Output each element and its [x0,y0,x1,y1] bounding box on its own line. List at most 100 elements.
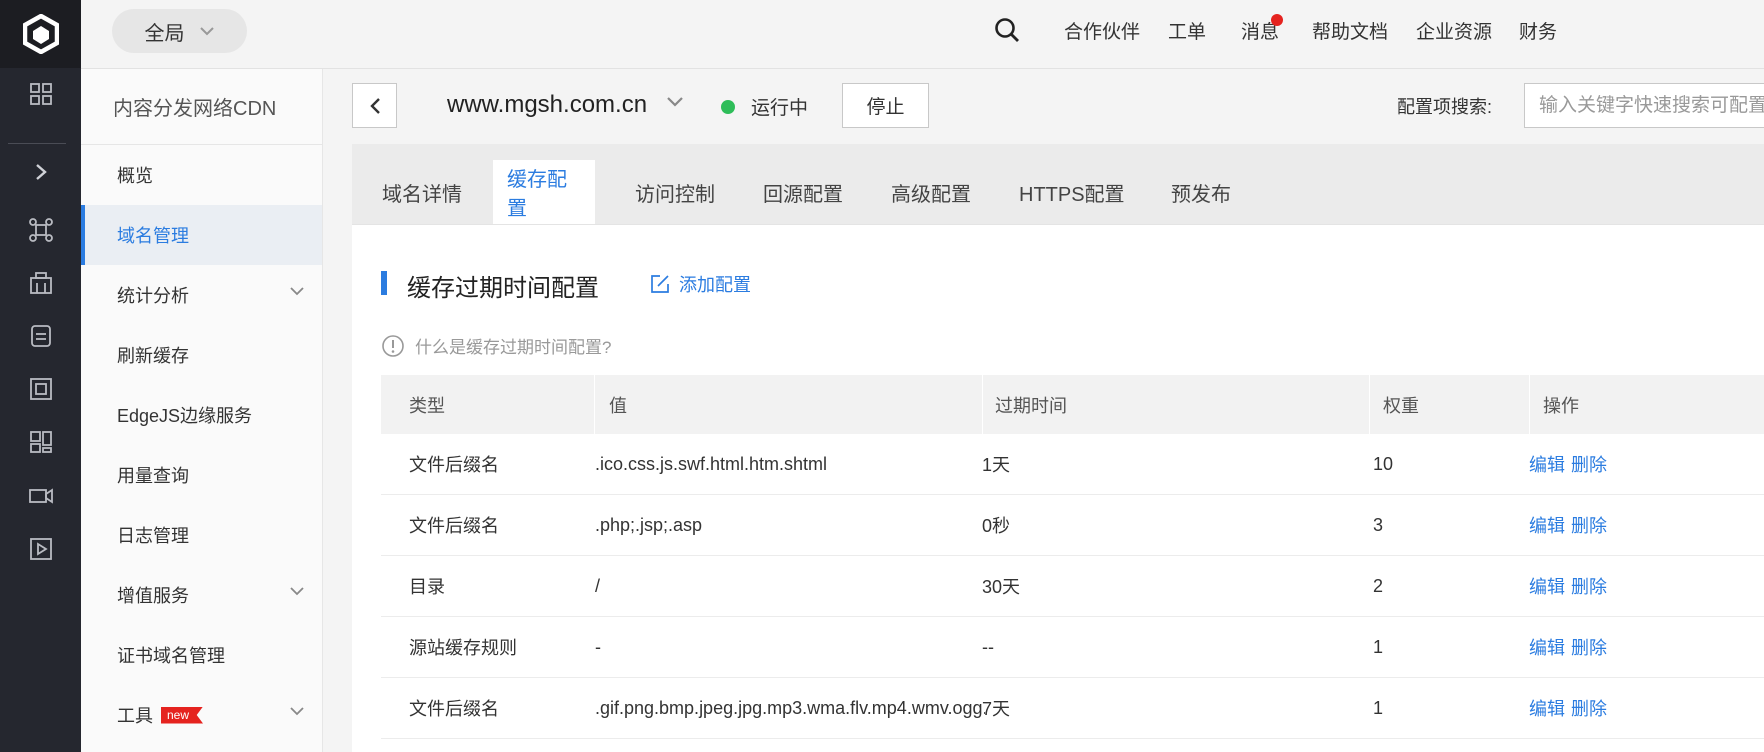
delete-button[interactable]: 删除 [1571,573,1607,599]
title-accent-bar [381,271,387,295]
tab-origin-config[interactable]: 回源配置 [763,160,843,224]
edit-button[interactable]: 编辑 [1529,573,1565,599]
cell-value: .php;.jsp;.asp [595,514,703,535]
cell-weight: 10 [1373,453,1394,474]
rail-divider [8,143,66,144]
cache-rules-table: 类型 值 过期时间 权重 操作 文件后缀名 .ico.css.js.swf.ht… [381,375,1764,739]
nav-tickets[interactable]: 工单 [1168,17,1206,44]
sidebar-item-statistics[interactable]: 统计分析 [81,265,322,325]
cell-weight: 1 [1373,636,1384,657]
sidebar-item-label: EdgeJS边缘服务 [117,406,253,426]
sidebar-item-usage[interactable]: 用量查询 [81,445,322,505]
message-notification-dot [1271,14,1283,26]
col-header-type: 类型 [409,395,445,416]
product-sidebar: 内容分发网络CDN 概览 域名管理 统计分析 刷新缓存 EdgeJS边缘服务 用… [81,69,323,752]
database-icon[interactable] [0,314,81,358]
cell-type: 目录 [409,577,445,597]
help-link[interactable]: 什么是缓存过期时间配置? [381,333,611,358]
cell-expire: 0秒 [982,516,1011,536]
sidebar-item-value-added[interactable]: 增值服务 [81,565,322,625]
brand-logo[interactable] [0,0,81,68]
sidebar-item-label: 概览 [117,166,153,186]
sidebar-item-label: 统计分析 [117,286,189,306]
cell-type: 文件后缀名 [409,455,499,475]
chevron-down-icon [290,287,304,296]
edit-square-icon [651,275,669,293]
sidebar-item-label: 工具 [117,706,153,726]
col-divider [594,375,595,434]
dashboard-icon[interactable] [0,420,81,464]
delete-button[interactable]: 删除 [1571,634,1607,660]
cell-value: .gif.png.bmp.jpeg.jpg.mp3.wma.flv.mp4.wm… [595,697,985,718]
chevron-down-icon [290,707,304,716]
add-config-label: 添加配置 [679,275,751,295]
chevron-down-icon[interactable] [666,96,684,108]
building-icon[interactable] [0,261,81,305]
add-config-button[interactable]: 添加配置 [650,271,751,297]
cell-expire: -- [982,636,994,657]
sidebar-item-cert-domains[interactable]: 证书域名管理 [81,625,322,685]
grid-icon[interactable] [0,72,81,116]
stop-button[interactable]: 停止 [842,83,929,128]
back-button[interactable] [352,83,397,128]
sidebar-item-refresh-cache[interactable]: 刷新缓存 [81,325,322,385]
sidebar-item-domain-management[interactable]: 域名管理 [81,205,322,265]
sidebar-title: 内容分发网络CDN [81,69,322,145]
play-box-icon[interactable] [0,527,81,571]
table-header: 类型 值 过期时间 权重 操作 [381,375,1764,434]
nav-finance[interactable]: 财务 [1519,17,1557,44]
delete-button[interactable]: 删除 [1571,512,1607,538]
tab-cache-config[interactable]: 缓存配置 [493,160,595,224]
cell-value: - [595,636,601,657]
edit-button[interactable]: 编辑 [1529,695,1565,721]
scope-label: 全局 [144,22,185,45]
cell-type: 文件后缀名 [409,699,499,719]
edit-button[interactable]: 编辑 [1529,512,1565,538]
cell-weight: 3 [1373,514,1384,535]
delete-button[interactable]: 删除 [1571,695,1607,721]
nav-help-docs[interactable]: 帮助文档 [1312,17,1388,44]
sidebar-item-label: 增值服务 [117,586,189,606]
domain-selector[interactable]: www.mgsh.com.cn [447,91,647,119]
tab-https-config[interactable]: HTTPS配置 [1019,160,1125,224]
sidebar-item-edgejs[interactable]: EdgeJS边缘服务 [81,385,322,445]
nav-partners[interactable]: 合作伙伴 [1064,17,1140,44]
table-row: 文件后缀名 .php;.jsp;.asp 0秒 3 编辑 删除 [381,495,1764,556]
sidebar-item-label: 刷新缓存 [117,346,189,366]
nav-enterprise-resources[interactable]: 企业资源 [1416,17,1492,44]
frame-icon[interactable] [0,367,81,411]
search-button[interactable] [994,0,1020,60]
search-icon [995,18,1019,42]
edit-button[interactable]: 编辑 [1529,451,1565,477]
sidebar-item-logs[interactable]: 日志管理 [81,505,322,565]
command-icon[interactable] [0,208,81,252]
cube-logo-icon [22,14,59,54]
cell-weight: 1 [1373,697,1384,718]
delete-button[interactable]: 删除 [1571,451,1607,477]
chevron-down-icon [290,587,304,596]
cell-type: 文件后缀名 [409,516,499,536]
chevron-left-icon [369,97,380,114]
table-row: 目录 / 30天 2 编辑 删除 [381,556,1764,617]
tab-advanced-config[interactable]: 高级配置 [891,160,971,224]
tab-pre-release[interactable]: 预发布 [1171,160,1231,224]
cell-value: / [595,575,601,596]
col-divider [1369,375,1370,434]
video-camera-icon[interactable] [0,474,81,518]
tab-access-control[interactable]: 访问控制 [635,160,715,224]
expand-chevron-icon[interactable] [0,150,81,194]
config-search-input[interactable] [1524,83,1764,128]
scope-selector[interactable]: 全局 [112,9,247,53]
chevron-down-icon [199,27,214,36]
edit-button[interactable]: 编辑 [1529,634,1565,660]
table-row: 文件后缀名 .ico.css.js.swf.html.htm.shtml 1天 … [381,434,1764,495]
cell-weight: 2 [1373,575,1384,596]
col-header-expire: 过期时间 [995,395,1067,416]
panel-title: 缓存过期时间配置 [407,275,599,302]
cell-expire: 1天 [982,455,1011,475]
sidebar-item-overview[interactable]: 概览 [81,145,322,205]
col-header-weight: 权重 [1383,395,1419,416]
tab-domain-details[interactable]: 域名详情 [352,160,492,224]
sidebar-item-tools[interactable]: 工具 new [81,685,322,745]
new-badge: new [161,706,204,724]
